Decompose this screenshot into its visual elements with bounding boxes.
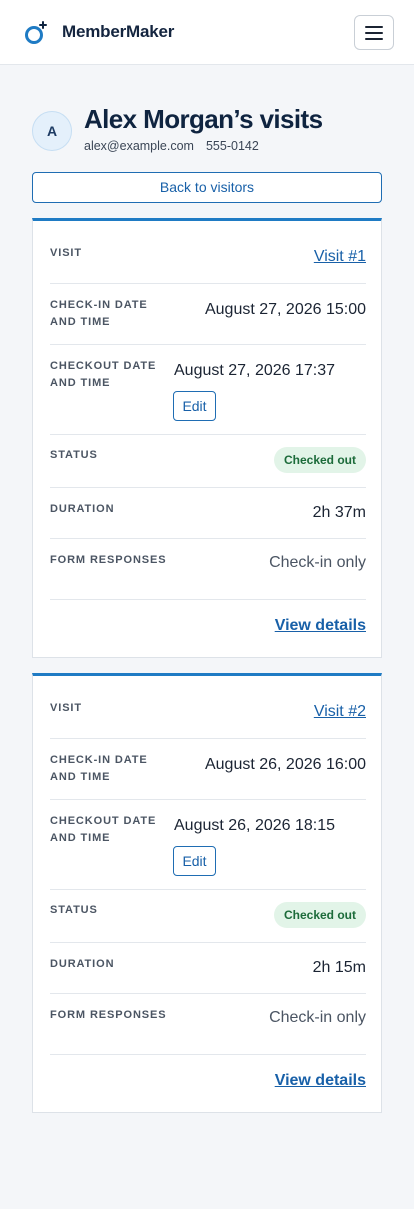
duration-value: 2h 15m	[312, 959, 366, 976]
checkin-label: Check-in date and time	[50, 299, 148, 328]
form-responses-label: Form responses	[50, 554, 167, 566]
status-badge: Checked out	[273, 902, 366, 928]
form-responses-row: Form responses Check-in only	[50, 539, 366, 600]
hamburger-icon-bar	[365, 26, 383, 28]
hamburger-icon-bar	[365, 32, 383, 34]
checkin-row: Check-in date and time August 26, 2026 1…	[50, 739, 366, 800]
edit-checkout-button[interactable]: Edit	[173, 391, 216, 421]
visit-label: Visit	[50, 247, 83, 259]
form-responses-row: Form responses Check-in only	[50, 994, 366, 1055]
visit-link[interactable]: Visit #2	[314, 702, 366, 722]
checkout-row: Checkout date and time August 27, 2026 1…	[50, 345, 366, 435]
duration-label: Duration	[50, 958, 115, 970]
status-label: Status	[50, 904, 98, 916]
checkin-label: Check-in date and time	[50, 754, 148, 783]
checkin-value: August 27, 2026 15:00	[204, 301, 366, 318]
checkout-label: Checkout date and time	[50, 815, 157, 844]
form-responses-label: Form responses	[50, 1009, 167, 1021]
status-label: Status	[50, 449, 98, 461]
checkout-value: August 26, 2026 18:15	[174, 817, 336, 834]
duration-row: Duration 2h 37m	[50, 488, 366, 539]
status-badge: Checked out	[273, 447, 366, 473]
visit-link[interactable]: Visit #1	[314, 247, 366, 267]
visit-row: Visit Visit #1	[50, 221, 366, 284]
checkout-label: Checkout date and time	[50, 360, 157, 389]
top-navbar: MemberMaker	[0, 0, 414, 65]
visit-card: Visit Visit #1 Check-in date and time Au…	[32, 218, 382, 658]
view-details-link[interactable]: View details	[275, 1071, 366, 1091]
visit-label: Visit	[50, 702, 83, 714]
status-row: Status Checked out	[50, 435, 366, 488]
hamburger-icon-bar	[365, 38, 383, 40]
duration-value: 2h 37m	[312, 504, 366, 521]
details-row: View details	[50, 600, 366, 658]
hamburger-menu-button[interactable]	[354, 15, 394, 50]
page-title: Alex Morgan’s visits	[84, 104, 323, 134]
back-to-visitors-button[interactable]: Back to visitors	[32, 172, 382, 203]
visitor-phone: 555-0142	[205, 139, 259, 153]
visit-card: Visit Visit #2 Check-in date and time Au…	[32, 673, 382, 1113]
membermaker-logo-icon[interactable]	[24, 21, 48, 45]
duration-row: Duration 2h 15m	[50, 943, 366, 994]
duration-label: Duration	[50, 503, 115, 515]
form-responses-value: Check-in only	[269, 554, 366, 571]
details-row: View details	[50, 1055, 366, 1113]
edit-checkout-button[interactable]: Edit	[173, 846, 216, 876]
checkout-value: August 27, 2026 17:37	[174, 362, 336, 379]
checkin-value: August 26, 2026 16:00	[204, 756, 366, 773]
checkin-row: Check-in date and time August 27, 2026 1…	[50, 284, 366, 345]
avatar: A	[32, 111, 72, 151]
checkout-row: Checkout date and time August 26, 2026 1…	[50, 800, 366, 890]
visit-row: Visit Visit #2	[50, 676, 366, 739]
visitor-email: alex@example.com	[84, 139, 194, 153]
visitor-contact: alex@example.com 555-0142	[84, 138, 259, 154]
brand-name[interactable]: MemberMaker	[62, 21, 174, 43]
status-row: Status Checked out	[50, 890, 366, 943]
view-details-link[interactable]: View details	[275, 616, 366, 636]
form-responses-value: Check-in only	[269, 1009, 366, 1026]
